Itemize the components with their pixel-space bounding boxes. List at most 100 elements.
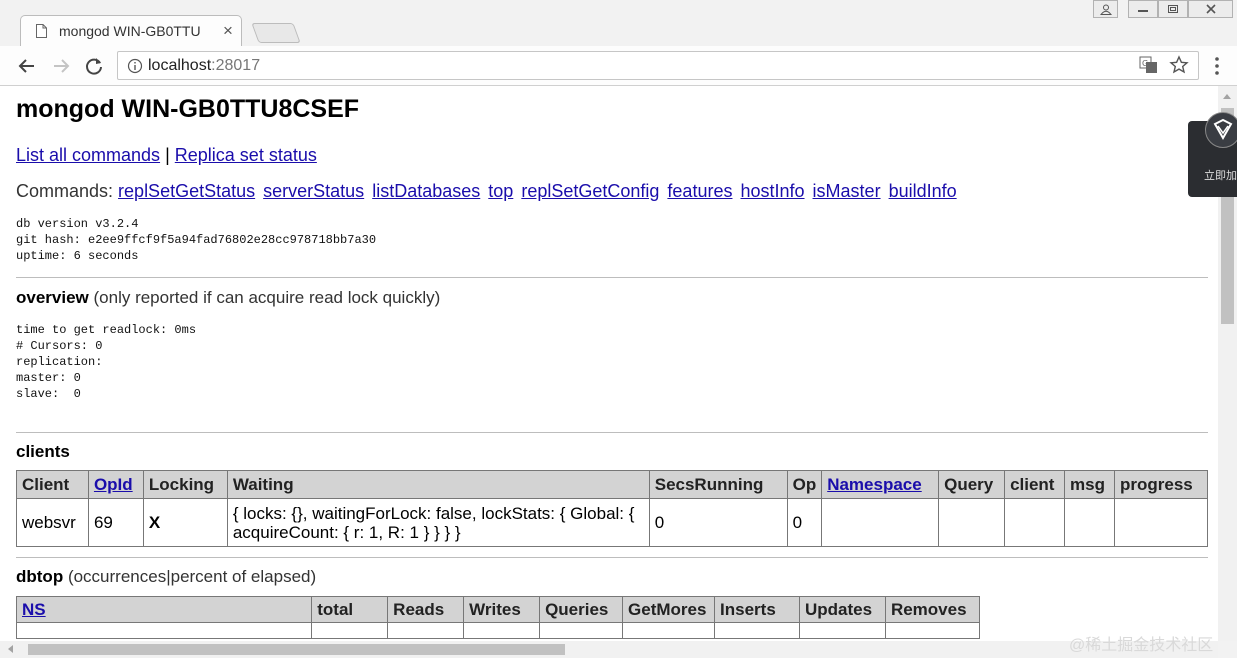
link-separator: | [165, 145, 170, 165]
divider [16, 277, 1208, 278]
namespace-sort-link[interactable]: Namespace [827, 475, 922, 494]
command-link-ismaster[interactable]: isMaster [813, 181, 881, 201]
table-cell [714, 622, 800, 639]
column-header: Reads [387, 596, 465, 623]
dbtop-note: (occurrences|percent of elapsed) [67, 567, 317, 586]
tab-strip: mongod WIN-GB0TTU × [0, 0, 1237, 46]
command-link-hostinfo[interactable]: hostInfo [740, 181, 804, 201]
clients-title: clients [16, 442, 70, 461]
table-cell [884, 622, 981, 639]
svg-text:G: G [1142, 59, 1148, 68]
command-link-replsetgetstatus[interactable]: replSetGetStatus [118, 181, 255, 201]
column-header: Updates [798, 596, 886, 623]
horizontal-scrollbar[interactable] [0, 641, 1218, 658]
restore-icon [1168, 5, 1178, 13]
document-icon [36, 24, 47, 38]
close-window-button[interactable] [1188, 0, 1233, 18]
command-link-buildinfo[interactable]: buildInfo [889, 181, 957, 201]
version-info: db version v3.2.4 git hash: e2ee9ffcf9f5… [16, 217, 377, 263]
column-header: Query [938, 470, 1006, 499]
command-link-top[interactable]: top [488, 181, 513, 201]
column-header: Namespace [821, 470, 940, 499]
clients-table: Client OpId Locking Waiting SecsRunning … [16, 470, 1209, 547]
floating-widget-label: 立即加 [1204, 170, 1237, 182]
divider [16, 557, 1208, 558]
restore-button[interactable] [1158, 0, 1188, 18]
table-cell: 0 [786, 498, 823, 547]
overview-details: time to get readlock: 0ms # Cursors: 0 r… [16, 323, 197, 401]
table-cell [1113, 498, 1209, 547]
browser-tab[interactable]: mongod WIN-GB0TTU × [20, 15, 242, 46]
table-row [15, 622, 981, 639]
dbtop-title: dbtop [16, 567, 64, 586]
horizontal-scroll-thumb[interactable] [28, 644, 565, 655]
minimize-button[interactable] [1128, 0, 1158, 18]
minimize-icon [1138, 10, 1148, 12]
column-header: progress [1113, 470, 1209, 499]
forward-arrow-icon[interactable] [50, 55, 72, 77]
column-header: Locking [142, 470, 228, 499]
translate-icon[interactable]: G [1139, 56, 1159, 74]
list-all-commands-link[interactable]: List all commands [16, 145, 160, 165]
close-window-icon [1205, 4, 1216, 14]
table-cell [539, 622, 624, 639]
column-header: Removes [884, 596, 981, 623]
overview-title: overview [16, 288, 89, 307]
column-header: Op [786, 470, 823, 499]
table-header-row: Client OpId Locking Waiting SecsRunning … [16, 470, 1209, 499]
column-header: Waiting [226, 470, 650, 499]
column-header: client [1004, 470, 1066, 499]
table-cell [1004, 498, 1066, 547]
address-bar[interactable]: localhost:28017 G [117, 51, 1199, 80]
url-host: localhost [148, 57, 212, 74]
ns-sort-link[interactable]: NS [22, 600, 46, 619]
column-header: Inserts [714, 596, 800, 623]
bookmark-star-icon[interactable] [1169, 55, 1189, 75]
user-icon [1099, 4, 1112, 15]
url-port: :28017 [211, 57, 261, 74]
divider [16, 432, 1208, 433]
top-links: List all commands | Replica set status [16, 145, 317, 166]
table-cell: X [142, 498, 228, 547]
command-link-serverstatus[interactable]: serverStatus [263, 181, 364, 201]
table-cell [821, 498, 940, 547]
page-viewport: mongod WIN-GB0TTU8CSEF List all commands… [0, 86, 1218, 641]
overview-note: (only reported if can acquire read lock … [93, 288, 441, 307]
table-cell [1064, 498, 1115, 547]
user-profile-button[interactable] [1093, 0, 1118, 18]
table-cell: websvr [16, 498, 89, 547]
opid-sort-link[interactable]: OpId [94, 475, 133, 494]
commands-label: Commands: [16, 181, 114, 201]
table-cell [798, 622, 886, 639]
scroll-left-arrow-icon[interactable] [8, 645, 13, 653]
table-cell [387, 622, 465, 639]
dbtop-heading: dbtop (occurrences|percent of elapsed) [16, 567, 316, 587]
url-text: localhost:28017 [148, 57, 260, 75]
clients-heading: clients [16, 442, 70, 462]
floating-widget[interactable]: 立即加 [1188, 112, 1237, 197]
overview-heading: overview (only reported if can acquire r… [16, 288, 440, 308]
close-tab-icon[interactable]: × [223, 21, 233, 41]
browser-toolbar: localhost:28017 G [0, 46, 1237, 86]
table-cell: 69 [87, 498, 144, 547]
column-header: Writes [463, 596, 541, 623]
new-tab-button[interactable] [251, 23, 301, 43]
replica-set-status-link[interactable]: Replica set status [175, 145, 317, 165]
table-cell [463, 622, 541, 639]
dbtop-table: NS total Reads Writes Queries GetMores I… [15, 596, 981, 639]
table-cell [622, 622, 716, 639]
column-header: total [311, 596, 389, 623]
tab-title: mongod WIN-GB0TTU [59, 23, 201, 39]
shield-icon [1205, 112, 1237, 148]
column-header: NS [15, 596, 313, 623]
command-link-listdatabases[interactable]: listDatabases [372, 181, 480, 201]
scroll-up-arrow-icon[interactable] [1223, 94, 1231, 99]
back-arrow-icon[interactable] [16, 55, 38, 77]
column-header: Queries [539, 596, 624, 623]
reload-icon[interactable] [83, 55, 105, 77]
column-header: msg [1064, 470, 1115, 499]
menu-kebab-icon[interactable] [1207, 55, 1227, 77]
info-icon[interactable] [127, 58, 143, 74]
command-link-features[interactable]: features [667, 181, 732, 201]
command-link-replsetgetconfig[interactable]: replSetGetConfig [521, 181, 659, 201]
